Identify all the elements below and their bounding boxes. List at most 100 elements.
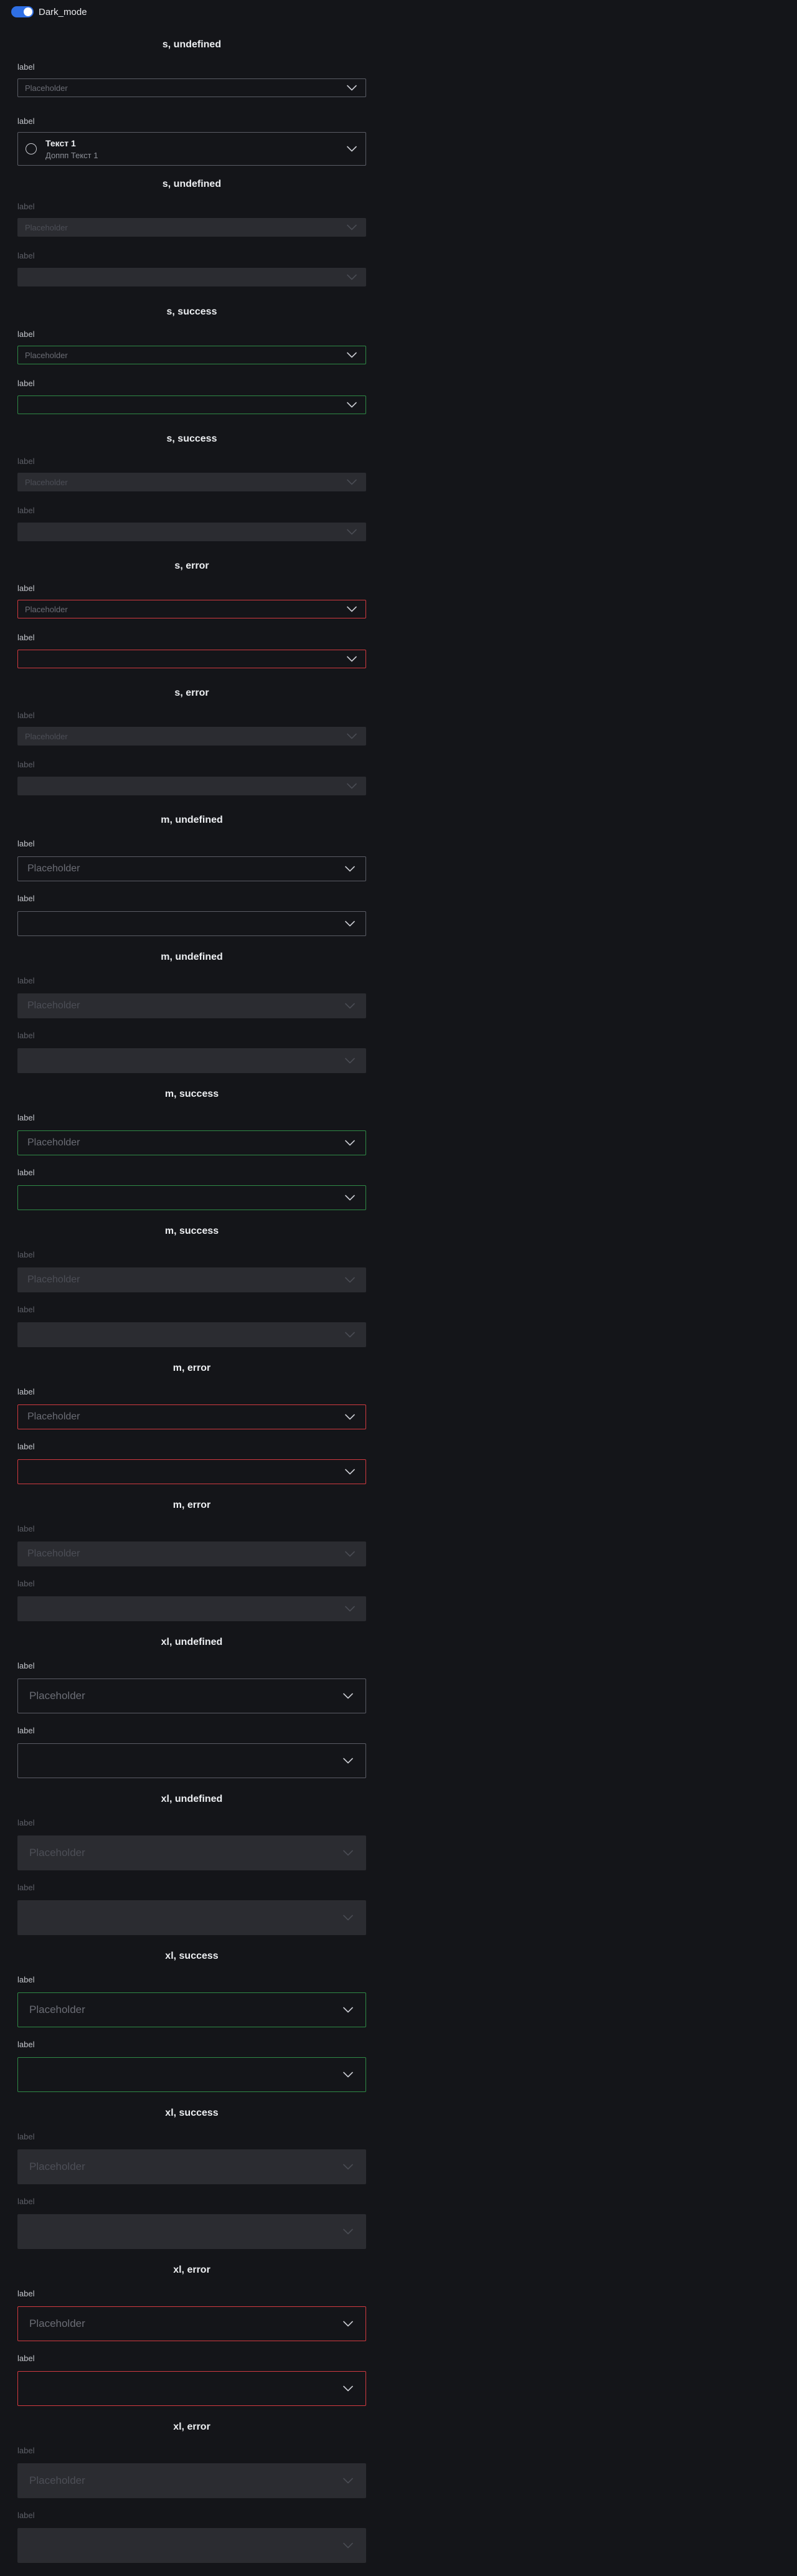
chevron-down-icon: [345, 921, 355, 927]
field-label: label: [17, 1579, 35, 1588]
section-title: s, undefined: [162, 179, 222, 189]
select-empty: [17, 1900, 366, 1935]
select-with-placeholder[interactable]: Placeholder: [17, 1404, 366, 1429]
field-label: label: [17, 1726, 35, 1735]
select-with-placeholder[interactable]: Placeholder: [17, 1130, 366, 1155]
chevron-down-icon: [345, 1195, 355, 1201]
placeholder-text: Placeholder: [27, 1411, 80, 1422]
section-title: s, undefined: [162, 39, 222, 50]
chevron-down-icon: [343, 1850, 353, 1856]
chevron-down-icon: [345, 1469, 355, 1475]
placeholder-text: Placeholder: [29, 2004, 85, 2015]
select-with-placeholder[interactable]: Placeholder: [17, 1992, 366, 2027]
select-with-placeholder[interactable]: Placeholder: [17, 78, 366, 97]
placeholder-text: Placeholder: [29, 2161, 85, 2172]
select-with-placeholder[interactable]: Placeholder: [17, 856, 366, 881]
section-title: m, error: [172, 1500, 211, 1510]
chevron-down-icon: [347, 85, 357, 91]
select-empty[interactable]: [17, 650, 366, 668]
select-empty[interactable]: [17, 1185, 366, 1210]
placeholder-text: Placeholder: [25, 222, 68, 232]
section-title: m, success: [164, 1226, 219, 1236]
chevron-down-icon: [345, 1332, 355, 1338]
field-label: label: [17, 1168, 35, 1177]
field-label: label: [17, 1305, 35, 1314]
placeholder-text: Placeholder: [27, 1548, 80, 1559]
dark-mode-control: Dark_mode: [11, 6, 87, 18]
select-empty[interactable]: [17, 1743, 366, 1778]
section-title: m, success: [164, 1089, 219, 1099]
dark-mode-label: Dark_mode: [39, 6, 87, 17]
field-label: label: [17, 1818, 35, 1827]
field-label: label: [17, 2511, 35, 2520]
chevron-down-icon: [343, 1693, 353, 1699]
select-empty[interactable]: [17, 1459, 366, 1484]
select-with-placeholder[interactable]: Placeholder: [17, 346, 366, 364]
placeholder-text: Placeholder: [25, 731, 68, 741]
chevron-down-icon: [347, 274, 357, 280]
select-with-placeholder: Placeholder: [17, 1267, 366, 1292]
select-with-placeholder[interactable]: Placeholder: [17, 1679, 366, 1713]
field-label: label: [17, 1975, 35, 1984]
field-label: label: [17, 2289, 35, 2298]
chevron-down-icon: [347, 479, 357, 485]
field-label: label: [17, 1113, 35, 1122]
select-with-placeholder: Placeholder: [17, 1541, 366, 1566]
field-label: label: [17, 1524, 35, 1533]
section-title: m, undefined: [161, 815, 223, 825]
chevron-down-icon: [345, 1003, 355, 1009]
chevron-down-icon: [347, 224, 357, 230]
field-label: label: [17, 711, 35, 720]
field-label: label: [17, 2446, 35, 2455]
select-with-placeholder[interactable]: Placeholder: [17, 2306, 366, 2341]
select-empty[interactable]: [17, 2057, 366, 2092]
placeholder-text: Placeholder: [25, 350, 68, 360]
select-with-value[interactable]: Текст 1 Доппп Текст 1: [17, 132, 366, 166]
chevron-down-icon: [345, 1277, 355, 1283]
section-title: m, undefined: [161, 952, 223, 962]
field-label: label: [17, 2354, 35, 2363]
option-subtitle: Доппп Текст 1: [45, 150, 98, 160]
placeholder-text: Placeholder: [27, 1137, 80, 1148]
field-label: label: [17, 1387, 35, 1396]
select-with-placeholder[interactable]: Placeholder: [17, 600, 366, 618]
placeholder-text: Placeholder: [27, 1274, 80, 1285]
section-title: s, error: [174, 561, 209, 571]
field-label: label: [17, 202, 35, 211]
section-title: xl, error: [173, 2422, 210, 2432]
chevron-down-icon: [347, 529, 357, 535]
chevron-down-icon: [343, 2478, 353, 2484]
field-label: label: [17, 976, 35, 985]
select-empty: [17, 523, 366, 541]
select-with-placeholder: Placeholder: [17, 2149, 366, 2184]
dark-mode-toggle[interactable]: [11, 6, 34, 17]
chevron-down-icon: [347, 783, 357, 789]
section-title: xl, success: [165, 2108, 219, 2118]
placeholder-text: Placeholder: [27, 1000, 80, 1011]
placeholder-text: Placeholder: [25, 83, 68, 93]
placeholder-text: Placeholder: [29, 2474, 85, 2486]
chevron-down-icon: [347, 733, 357, 739]
select-with-placeholder: Placeholder: [17, 1835, 366, 1870]
section-title: s, error: [174, 688, 209, 698]
field-label: label: [17, 1661, 35, 1670]
select-empty: [17, 777, 366, 795]
chevron-down-icon: [347, 352, 357, 358]
select-empty[interactable]: [17, 2371, 366, 2406]
placeholder-text: Placeholder: [29, 1847, 85, 1859]
chevron-down-icon: [347, 656, 357, 662]
chevron-down-icon: [347, 146, 357, 152]
select-empty: [17, 1596, 366, 1621]
select-with-placeholder: Placeholder: [17, 2463, 366, 2498]
chevron-down-icon: [343, 2321, 353, 2327]
select-empty[interactable]: [17, 395, 366, 414]
select-empty: [17, 1048, 366, 1073]
chevron-down-icon: [345, 866, 355, 872]
radio-icon: [26, 143, 37, 154]
field-label: label: [17, 457, 35, 466]
field-label: label: [17, 1883, 35, 1892]
field-label: label: [17, 633, 35, 642]
chevron-down-icon: [345, 1606, 355, 1612]
select-with-placeholder: Placeholder: [17, 727, 366, 746]
select-empty[interactable]: [17, 911, 366, 936]
